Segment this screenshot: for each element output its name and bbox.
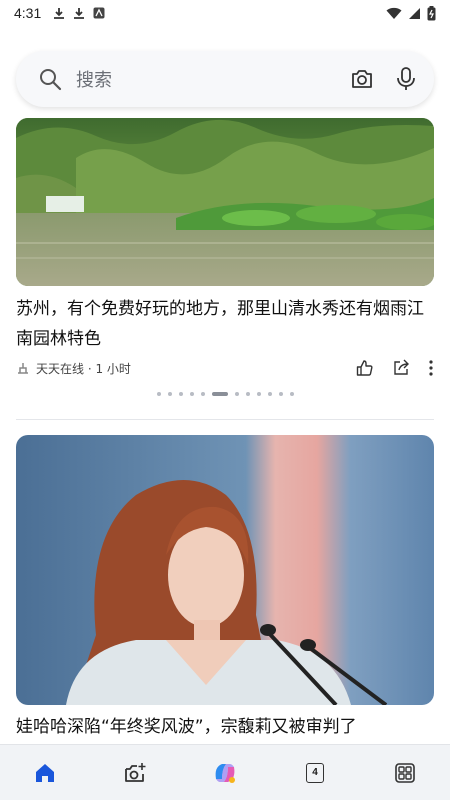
like-icon[interactable] (356, 359, 374, 377)
status-time: 4:31 (14, 5, 42, 21)
status-right-icons (386, 5, 436, 21)
carousel-dot (267, 392, 272, 396)
news-image-landscape[interactable] (16, 118, 434, 286)
carousel-dot (189, 392, 194, 396)
download-icon (74, 7, 85, 19)
nav-home[interactable] (25, 753, 65, 793)
carousel-dot (178, 392, 183, 396)
search-icon (40, 69, 62, 91)
carousel-dot (245, 392, 250, 396)
speaker-illustration (16, 435, 434, 705)
tab-count: 4 (312, 767, 318, 778)
landscape-illustration (16, 118, 434, 286)
news-source: 天天在线 · 1 小时 (36, 361, 131, 376)
news-title[interactable]: 苏州，有个免费好玩的地方，那里山清水秀还有烟雨江南园林特色 (16, 294, 436, 354)
nav-tabs[interactable]: 4 (295, 753, 335, 793)
news-title[interactable]: 娃哈哈深陷“年终奖风波”，宗馥莉又被审判了 (16, 712, 436, 742)
search-actions (350, 66, 416, 92)
news-meta: 天天在线 · 1 小时 (16, 356, 434, 380)
news-image-speaker[interactable] (16, 435, 434, 705)
status-bar: 4:31 (0, 0, 450, 26)
copilot-icon (215, 763, 235, 783)
carousel-dot (234, 392, 239, 396)
source-icon (18, 363, 28, 374)
search-input[interactable]: 搜索 (76, 66, 350, 92)
home-icon (36, 763, 54, 782)
status-left-icons (53, 7, 105, 20)
carousel-dot (167, 392, 172, 396)
search-bar[interactable]: 搜索 (16, 51, 434, 107)
carousel-dot (278, 392, 283, 396)
news-actions (356, 359, 434, 377)
nav-copilot[interactable] (205, 753, 245, 793)
app-icon (93, 7, 105, 19)
carousel-dot (289, 392, 294, 396)
carousel-dot-active (211, 392, 228, 396)
camera-icon[interactable] (350, 68, 374, 90)
tabs-icon: 4 (306, 762, 324, 783)
more-icon[interactable] (428, 360, 434, 376)
wifi-icon (386, 7, 402, 19)
carousel-indicator (0, 392, 450, 396)
carousel-dot (200, 392, 205, 396)
mic-icon[interactable] (396, 66, 416, 92)
carousel-dot (256, 392, 261, 396)
nav-camera[interactable] (115, 753, 155, 793)
carousel-dot (156, 392, 161, 396)
apps-icon (395, 762, 415, 783)
divider (16, 419, 434, 420)
download-icon (54, 7, 65, 19)
signal-icon (409, 7, 420, 19)
share-icon[interactable] (392, 359, 410, 377)
nav-apps[interactable] (385, 753, 425, 793)
bottom-nav: 4 (0, 744, 450, 800)
battery-icon (427, 5, 436, 20)
camera-sparkle-icon (125, 762, 146, 782)
